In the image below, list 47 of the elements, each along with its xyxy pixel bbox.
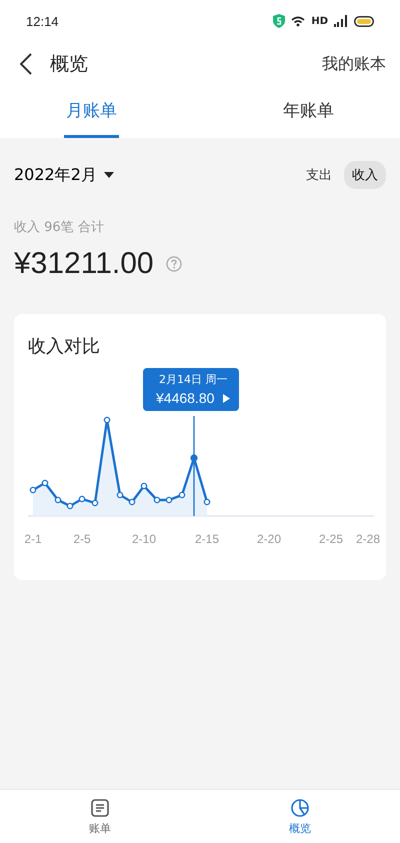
data-point <box>116 492 124 498</box>
data-point <box>30 486 36 494</box>
axis-label: 2-20 <box>256 532 282 546</box>
shield-icon <box>273 14 286 28</box>
nav-tab[interactable]: 账单 <box>0 790 200 843</box>
data-point <box>178 492 186 498</box>
data-point <box>92 500 98 506</box>
nav-tab[interactable]: 概览 <box>200 790 400 843</box>
highlighted-point <box>190 454 198 462</box>
help-icon <box>166 256 182 272</box>
page-title: 概览 <box>50 52 89 77</box>
data-point <box>78 496 86 502</box>
axis-label: 2-15 <box>194 532 220 546</box>
wifi-icon <box>291 16 306 26</box>
tooltip-date: 2月14日 周一 <box>158 372 228 387</box>
data-point <box>154 496 160 504</box>
tab[interactable]: 年账单 <box>281 86 336 138</box>
data-point <box>66 502 74 510</box>
chart-title: 收入对比 <box>27 335 101 358</box>
axis-label: 2-25 <box>318 532 344 546</box>
data-point <box>140 482 148 490</box>
axis-label: 2-10 <box>132 532 156 546</box>
signal-icon <box>334 15 348 27</box>
data-point <box>42 480 48 486</box>
ledger-link[interactable]: 我的账本 <box>322 54 386 74</box>
axis-label: 2-1 <box>24 532 42 546</box>
tooltip-value: ¥4468.80 <box>156 390 214 406</box>
type-toggle[interactable]: 收入 <box>344 161 386 189</box>
data-point <box>204 498 210 506</box>
axis-label: 2-28 <box>356 532 380 546</box>
battery-icon <box>354 16 374 26</box>
data-point <box>128 498 136 506</box>
list-icon <box>90 798 110 818</box>
data-point <box>104 416 110 424</box>
network-label: HD <box>311 16 328 26</box>
summary-caption: 收入 96笔 合计 <box>14 219 105 236</box>
play-icon <box>223 394 230 402</box>
tab[interactable]: 月账单 <box>64 86 119 138</box>
axis-label: 2-5 <box>73 532 91 546</box>
type-toggle[interactable]: 支出 <box>298 161 340 189</box>
total-amount: ¥31211.00 <box>14 247 154 281</box>
status-time: 12:14 <box>26 14 59 28</box>
caret-icon <box>102 171 115 179</box>
month-picker[interactable]: 2022年2月 <box>14 164 115 186</box>
data-point <box>166 496 172 504</box>
pie-chart-icon <box>290 798 310 818</box>
data-point <box>54 496 62 504</box>
